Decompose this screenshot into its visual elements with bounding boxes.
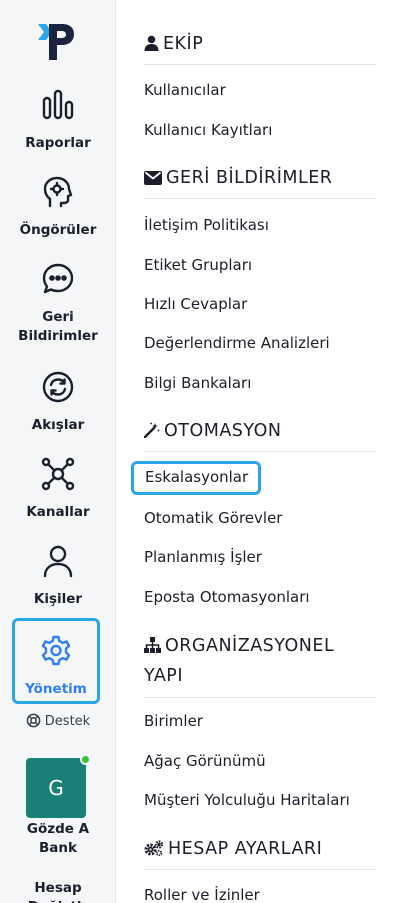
avatar[interactable]: G [26,758,86,818]
nav-item-reports[interactable]: Raporlar [0,88,116,153]
section-title-org-structure: ORGANİZASYONEL YAPI [144,631,376,698]
menu-link-communication-policy[interactable]: İletişim Politikası [144,216,269,234]
section-title-label: HESAP AYARLARI [168,839,323,859]
menu-link-tree-view[interactable]: Ağaç Görünümü [144,752,266,770]
magic-wand-icon [143,422,160,439]
chat-bubble-icon [0,262,116,300]
org-name-label: Gözde A Bank [26,821,90,856]
nav-item-insights[interactable]: Öngörüler [0,175,116,240]
bar-chart-icon [0,88,116,126]
switch-account-link[interactable]: Hesap Değiştir [0,879,116,903]
nav-item-label: Raporlar [25,135,91,151]
nav-item-feedback[interactable]: Geri Bildirimler [0,262,116,346]
nav-item-label: Kanallar [26,504,90,520]
section-title-feedback: GERİ BİLDİRİMLER [144,165,376,199]
menu-link-email-automations[interactable]: Eposta Otomasyonları [144,588,310,606]
online-status-indicator [80,754,91,765]
nav-item-label: Yönetim [25,681,87,697]
nav-item-channels[interactable]: Kanallar [0,457,116,522]
nav-item-contacts[interactable]: Kişiler [0,544,116,609]
gears-icon [144,840,164,857]
menu-link-rating-analytics[interactable]: Değerlendirme Analizleri [144,334,330,352]
nav-item-flows[interactable]: Akışlar [0,370,116,435]
support-link[interactable]: Destek [0,713,116,729]
support-label: Destek [44,714,91,729]
user-icon [144,35,159,51]
nav-item-management[interactable]: Yönetim [12,618,100,704]
head-insight-icon [0,175,116,213]
envelope-icon [144,171,162,185]
org-name: Gözde A Bank [0,820,116,858]
nav-item-label: Kişiler [33,591,83,607]
app-logo[interactable] [36,20,76,64]
section-title-label: EKİP [163,34,204,54]
network-icon [0,457,116,495]
menu-link-roles-permissions[interactable]: Roller ve İzinler [144,886,260,903]
menu-link-tag-groups[interactable]: Etiket Grupları [144,256,252,274]
menu-link-knowledge-bases[interactable]: Bilgi Bankaları [144,374,251,392]
person-icon [0,544,116,582]
nav-item-label: Öngörüler [19,222,97,238]
gear-icon [15,634,97,672]
section-title-account-settings: HESAP AYARLARI [144,836,376,870]
menu-link-customer-journey-maps[interactable]: Müşteri Yolculuğu Haritaları [144,791,350,809]
menu-link-escalations[interactable]: Eskalasyonlar [131,461,262,495]
nav-item-label: Akışlar [31,417,85,433]
refresh-flow-icon [0,370,116,408]
lifebuoy-icon [26,713,41,728]
menu-link-scheduled-jobs[interactable]: Planlanmış İşler [144,548,262,566]
section-title-label: ORGANİZASYONEL YAPI [144,636,335,686]
nav-item-label: Geri Bildirimler [18,309,98,344]
sidebar-rail: Raporlar Öngörüler Geri Bildirimler Akış… [0,0,116,903]
menu-link-quick-replies[interactable]: Hızlı Cevaplar [144,295,247,313]
section-title-label: OTOMASYON [164,421,282,441]
menu-link-user-logs[interactable]: Kullanıcı Kayıtları [144,121,272,139]
switch-account-label: Hesap Değiştir [28,880,88,903]
menu-link-users[interactable]: Kullanıcılar [144,81,226,99]
section-title-label: GERİ BİLDİRİMLER [166,168,333,188]
section-title-automation: OTOMASYON [143,418,376,452]
org-chart-icon [144,637,161,653]
menu-link-automatic-tasks[interactable]: Otomatik Görevler [144,509,282,527]
menu-link-units[interactable]: Birimler [144,712,203,730]
section-title-team: EKİP [144,31,376,65]
